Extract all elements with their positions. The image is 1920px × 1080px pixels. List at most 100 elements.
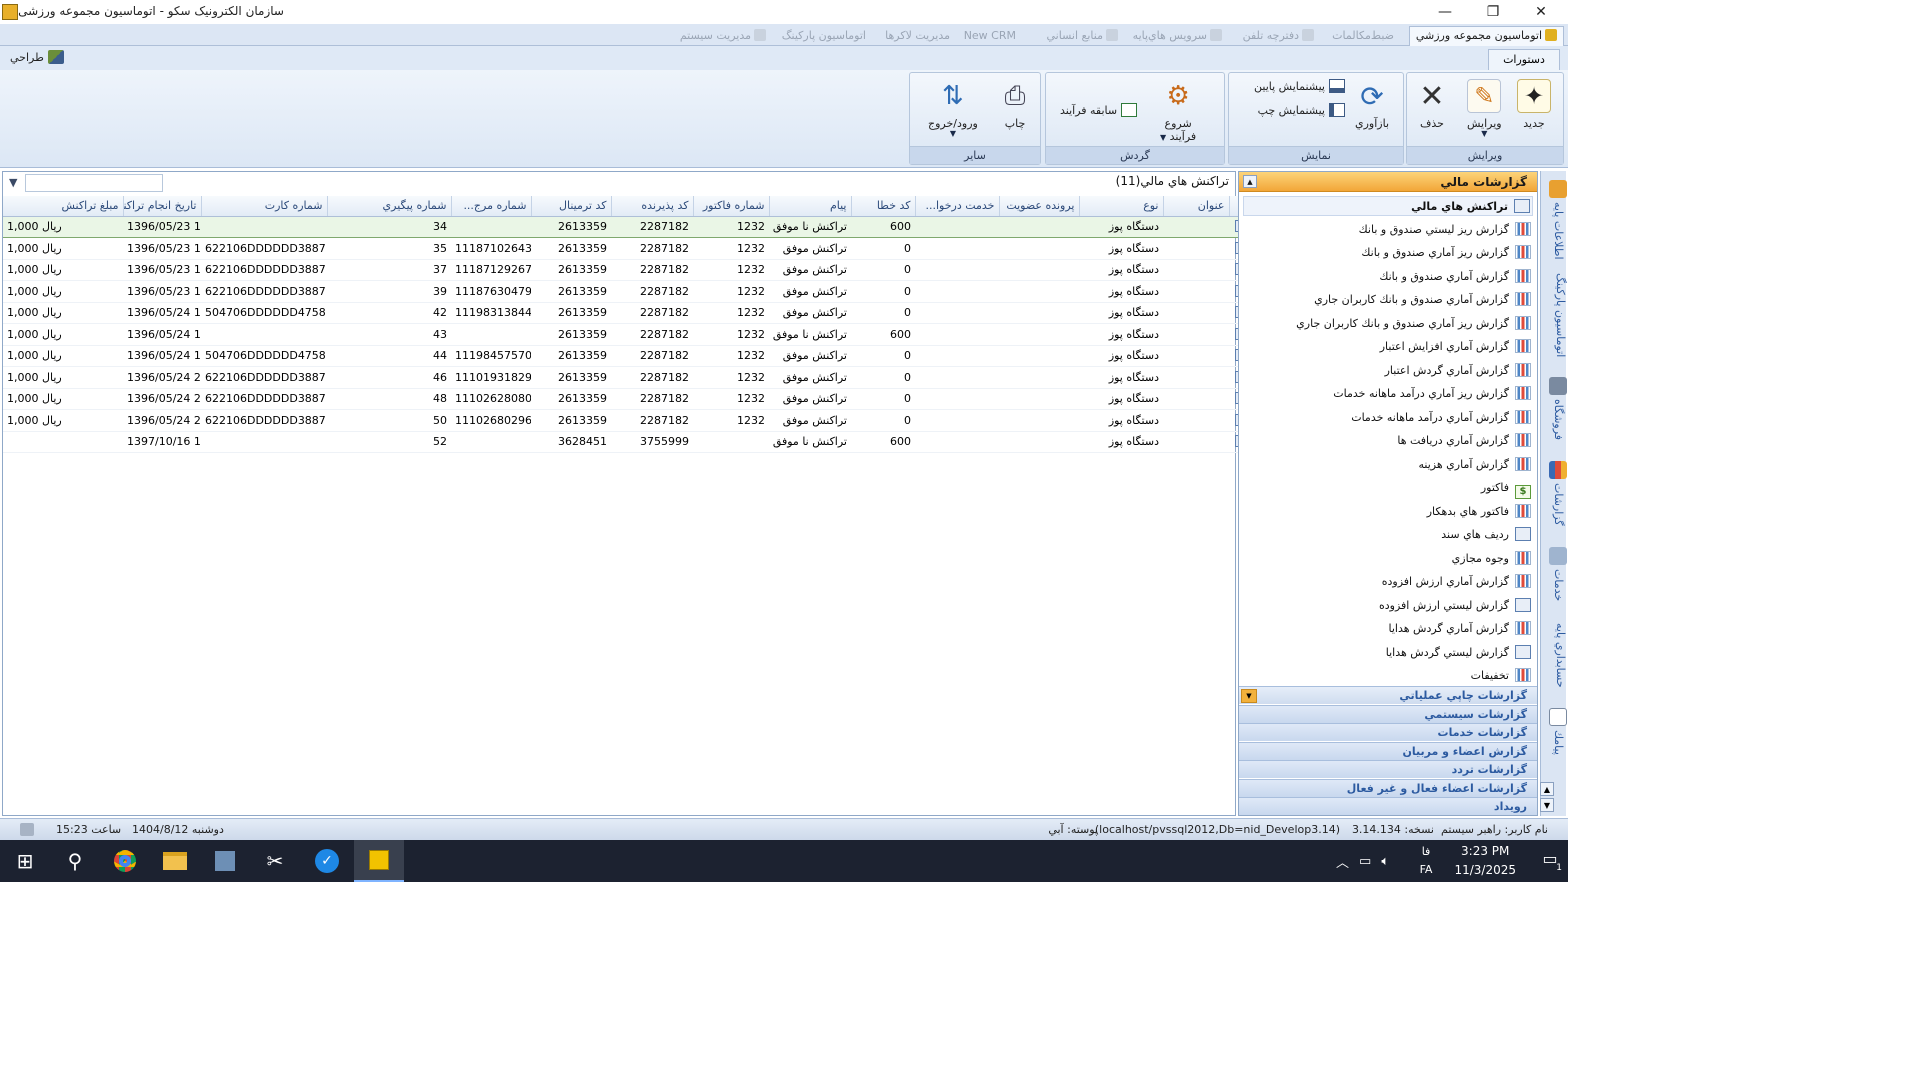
nav-item-report[interactable]: تخفيفات xyxy=(1471,666,1531,686)
nav-item-report[interactable]: گزارش آماري درآمد ماهانه خدمات xyxy=(1351,408,1531,428)
table-row[interactable]: دستگاه پوز 600 تراكنش نا موفق 3755999 362845… xyxy=(3,431,1255,453)
column-header[interactable]: شماره مرج... xyxy=(451,196,532,217)
tab-system-management[interactable]: مديريت سيستم xyxy=(674,27,772,45)
tools-app-icon[interactable]: ✂ xyxy=(250,840,300,882)
nav-item-report[interactable]: گزارش آماري گردش هدايا xyxy=(1389,619,1531,639)
table-row[interactable]: دستگاه پوز 600 تراكنش نا موفق 1232 2287182 26… xyxy=(3,323,1255,346)
nav-scroll-up-icon[interactable]: ▲ xyxy=(1540,782,1554,796)
nav-scroll-down-icon[interactable]: ▼ xyxy=(1540,798,1554,812)
sidetab-services[interactable]: خدمات xyxy=(1541,539,1567,609)
column-header[interactable]: كد خطا xyxy=(851,196,916,217)
volume-icon[interactable]: 🔈︎ xyxy=(1381,854,1389,869)
nav-item-report[interactable]: گزارش آماري دريافت ها xyxy=(1397,431,1531,451)
import-export-button[interactable]: ⇅ ورود/خروج ▼ xyxy=(928,79,978,138)
column-header[interactable]: شماره فاكتور xyxy=(693,196,770,217)
nav-group-header[interactable]: گزارشات تردد xyxy=(1239,760,1537,778)
column-header[interactable]: عنوان xyxy=(1163,196,1230,217)
nav-group-header[interactable]: گزارشات خدمات xyxy=(1239,723,1537,741)
nav-item-report[interactable]: رديف هاي سند xyxy=(1441,525,1531,545)
table-row[interactable]: دستگاه پوز 0 تراكنش موفق 1232 2287182 2613359… xyxy=(3,302,1255,324)
vpn-app-icon[interactable]: ✓ xyxy=(302,840,352,882)
process-history-button[interactable]: سابقه فرآيند xyxy=(1060,103,1138,117)
table-row[interactable]: دستگاه پوز 0 تراكنش موفق 1232 2287182 2613359… xyxy=(3,259,1255,281)
nav-item-report[interactable]: گزارش ريز آماري صندوق و بانك xyxy=(1361,243,1531,263)
sidetab-sms[interactable]: پيامك xyxy=(1541,701,1567,761)
nav-group-header[interactable]: گزارشات چاپي عملياتي ▼ xyxy=(1239,686,1537,704)
nav-group-header[interactable]: گزارش اعضاء و مربيان xyxy=(1239,741,1537,760)
column-header[interactable]: پرونده عضويت xyxy=(999,196,1080,217)
sidetab-reports[interactable]: گزارشات xyxy=(1541,455,1567,531)
nav-group-header[interactable]: گزارشات سيستمي xyxy=(1239,704,1537,723)
nav-item-report[interactable]: گزارش آماري افزايش اعتبار xyxy=(1380,337,1531,357)
nav-item-report[interactable]: گزارش ريز آماري صندوق و بانك كاربران جار… xyxy=(1296,314,1531,334)
file-explorer-icon[interactable] xyxy=(150,840,200,882)
collapse-chevron-up-icon[interactable]: ▲ xyxy=(1243,175,1257,188)
column-header[interactable]: شماره پيگيري xyxy=(327,196,452,217)
language-indicator[interactable]: فا FA xyxy=(1414,843,1438,879)
network-icon[interactable]: ▭ xyxy=(1359,854,1371,869)
nav-item-report[interactable]: گزارش آماري صندوق و بانك xyxy=(1379,267,1531,287)
nav-item-report[interactable]: گزارش ليستي ارزش افزوده xyxy=(1379,596,1531,616)
preview-left-button[interactable]: پيشنمايش چپ xyxy=(1258,103,1345,117)
nav-group-header[interactable]: گزارشات اعضاء فعال و غير فعال xyxy=(1239,778,1537,797)
tab-human-resources[interactable]: منابع انساني xyxy=(1041,27,1125,45)
table-row[interactable]: دستگاه پوز 0 تراكنش موفق 1232 2287182 2613359… xyxy=(3,280,1255,303)
nav-group-header[interactable]: رويداد xyxy=(1239,797,1537,815)
minimize-button[interactable]: — xyxy=(1422,0,1468,24)
expand-chevron-down-icon[interactable]: ▼ xyxy=(1241,689,1257,703)
new-button[interactable]: ✦ جديد xyxy=(1517,79,1551,130)
table-row[interactable]: دستگاه پوز 0 تراكنش موفق 1232 2287182 2613359… xyxy=(3,409,1255,432)
nav-item-report[interactable]: فاكتور $ xyxy=(1481,478,1531,499)
nav-item-report[interactable]: گزارش ريز ليستي صندوق و بانك xyxy=(1359,220,1531,240)
column-header[interactable]: مبلغ تراكنش xyxy=(3,196,124,217)
tab-phone-book[interactable]: دفترچه تلفن xyxy=(1237,27,1320,45)
table-row[interactable]: دستگاه پوز 0 تراكنش موفق 1232 2287182 2613359… xyxy=(3,366,1255,389)
nav-header-financial-reports[interactable]: گزارشات مالي ▲ xyxy=(1239,172,1537,192)
tab-base-services[interactable]: سرويس هاي‌پايه xyxy=(1127,27,1228,45)
start-windows-icon[interactable]: ⊞ xyxy=(0,840,50,882)
nav-item-report[interactable]: فاكتور هاي بدهكار xyxy=(1427,502,1531,522)
preview-bottom-button[interactable]: پيشنمايش پايين xyxy=(1254,79,1345,93)
column-header[interactable]: خدمت درخوا... xyxy=(915,196,1000,217)
sidetab-base-accounting[interactable]: حسابداري پايه xyxy=(1541,615,1567,695)
search-icon[interactable]: ⚲ xyxy=(50,840,100,882)
column-header[interactable]: شماره كارت xyxy=(201,196,328,217)
filter-icon[interactable]: ▼ xyxy=(9,177,21,189)
taskbar-clock[interactable]: 3:23 PM 11/3/2025 xyxy=(1454,842,1516,880)
delete-button[interactable]: ✕ حذف xyxy=(1415,79,1449,131)
sidetab-store[interactable]: فروشگاه xyxy=(1541,371,1567,447)
column-header[interactable]: كد ترمينال xyxy=(531,196,612,217)
tab-new-crm[interactable]: New CRM xyxy=(958,27,1022,45)
edit-button[interactable]: ✎ ويرايش ▼ xyxy=(1467,79,1502,138)
design-button[interactable]: طراحي xyxy=(10,50,64,64)
table-row[interactable]: دستگاه پوز 0 تراكنش موفق 1232 2287182 2613359… xyxy=(3,237,1255,260)
server-manager-icon[interactable] xyxy=(200,840,250,882)
nav-item-report[interactable]: گزارش ليستي گردش هدايا xyxy=(1386,643,1531,663)
nav-item-report[interactable]: تراكنش هاي مالي xyxy=(1243,196,1533,216)
nav-item-report[interactable]: گزارش آماري گردش اعتبار xyxy=(1385,361,1531,381)
refresh-button[interactable]: ⟳ بازآوري xyxy=(1355,79,1389,131)
tab-sports-automation[interactable]: اتوماسيون مجموعه ورزشي xyxy=(1408,26,1564,46)
column-header[interactable]: كد پذيرنده xyxy=(611,196,694,217)
maximize-button[interactable]: ❐ xyxy=(1470,0,1516,24)
tab-call-recording[interactable]: ضبط‌مكالمات xyxy=(1326,27,1400,45)
close-button[interactable]: ✕ xyxy=(1518,0,1564,24)
grid-search-input[interactable] xyxy=(25,174,163,192)
table-row[interactable]: دستگاه پوز 600 تراكنش نا موفق 1232 2287182 26… xyxy=(3,215,1255,238)
tab-locker-management[interactable]: مديريت لاكرها xyxy=(879,27,956,45)
sidetab-base-info[interactable]: اطلاعات پايه xyxy=(1541,179,1567,261)
nav-item-report[interactable]: گزارش آماري ارزش افزوده xyxy=(1382,572,1531,592)
column-header[interactable]: تاريخ انجام تراكنش xyxy=(123,196,202,217)
nav-item-report[interactable]: وجوه مجازي xyxy=(1452,549,1531,569)
table-row[interactable]: دستگاه پوز 0 تراكنش موفق 1232 2287182 2613359… xyxy=(3,345,1255,367)
sako-app-icon[interactable] xyxy=(354,840,404,882)
notifications-icon[interactable]: ▭ 1 xyxy=(1538,849,1562,873)
nav-item-report[interactable]: گزارش ريز آماري درآمد ماهانه خدمات xyxy=(1333,384,1531,404)
print-button[interactable]: ⎙ چاپ xyxy=(998,79,1032,131)
tray-chevron-up-icon[interactable]: ︿ xyxy=(1336,852,1349,871)
chrome-icon[interactable] xyxy=(100,840,150,882)
nav-item-report[interactable]: گزارش آماري صندوق و بانك كاربران جاري xyxy=(1314,290,1531,310)
sidetab-parking[interactable]: اتوماسيون پاركينگ xyxy=(1541,267,1567,363)
column-header[interactable]: پيام xyxy=(769,196,852,217)
start-process-button[interactable]: ⚙ شروع ▼ فرآيند xyxy=(1160,79,1196,143)
